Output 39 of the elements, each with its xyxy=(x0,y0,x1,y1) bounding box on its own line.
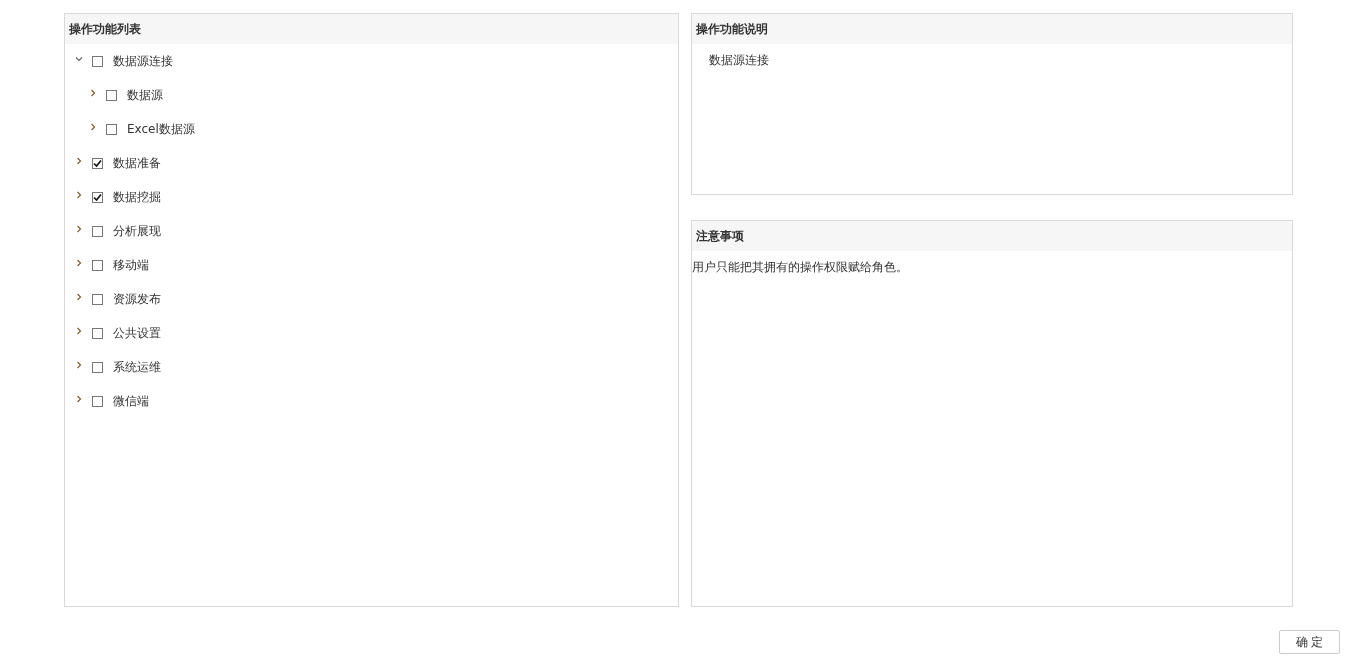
chevron-icon[interactable] xyxy=(75,395,83,403)
checkbox[interactable] xyxy=(92,327,103,339)
tree-item-label[interactable]: 数据准备 xyxy=(113,154,161,172)
checkbox[interactable] xyxy=(92,259,103,271)
chevron-icon[interactable] xyxy=(75,327,83,335)
tree-item-label[interactable]: 数据挖掘 xyxy=(113,188,161,206)
checkbox[interactable] xyxy=(92,293,103,305)
chevron-icon[interactable] xyxy=(75,157,83,165)
checkbox[interactable] xyxy=(92,157,103,169)
chevron-icon[interactable] xyxy=(75,259,83,267)
panel-header: 操作功能列表 xyxy=(65,14,678,44)
chevron-icon[interactable] xyxy=(75,293,83,301)
tree-item-label[interactable]: 数据源 xyxy=(127,86,163,104)
confirm-button[interactable]: 确 定 xyxy=(1279,630,1340,654)
tree-item-label[interactable]: 移动端 xyxy=(113,256,149,274)
chevron-icon[interactable] xyxy=(75,361,83,369)
panel-header: 注意事项 xyxy=(692,221,1292,251)
chevron-icon[interactable] xyxy=(89,89,97,97)
description-text: 数据源连接 xyxy=(708,52,770,69)
chevron-icon[interactable] xyxy=(75,191,83,199)
checkbox[interactable] xyxy=(92,55,103,67)
checkbox[interactable] xyxy=(92,191,103,203)
notes-text: 用户只能把其拥有的操作权限赋给角色。 xyxy=(692,259,909,276)
panel-header: 操作功能说明 xyxy=(692,14,1292,44)
chevron-icon[interactable] xyxy=(75,225,83,233)
tree-item-label[interactable]: 分析展现 xyxy=(113,222,161,240)
checkbox[interactable] xyxy=(92,395,103,407)
tree-item-label[interactable]: 资源发布 xyxy=(113,290,161,308)
tree-item-label[interactable]: 数据源连接 xyxy=(113,52,173,70)
checkbox[interactable] xyxy=(92,225,103,237)
checkbox[interactable] xyxy=(92,361,103,373)
tree-item-label[interactable]: Excel数据源 xyxy=(127,120,195,138)
tree-item-label[interactable]: 系统运维 xyxy=(113,358,161,376)
tree-item-label[interactable]: 微信端 xyxy=(113,392,149,410)
checkbox[interactable] xyxy=(106,89,117,101)
checkbox[interactable] xyxy=(106,123,117,135)
tree-item-label[interactable]: 公共设置 xyxy=(113,324,161,342)
chevron-icon[interactable] xyxy=(75,55,83,63)
chevron-icon[interactable] xyxy=(89,123,97,131)
